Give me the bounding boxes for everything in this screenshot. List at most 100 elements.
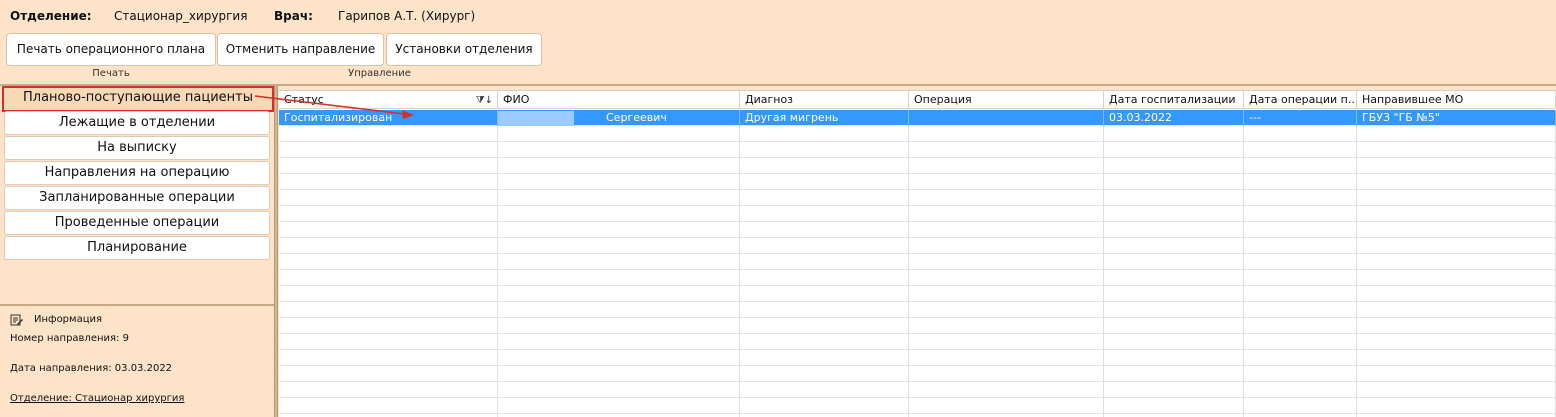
empty-cell bbox=[279, 190, 498, 206]
empty-cell bbox=[740, 270, 909, 286]
empty-cell bbox=[279, 158, 498, 174]
cell-diagnosis: Другая мигрень bbox=[740, 110, 909, 126]
empty-cell bbox=[1357, 158, 1556, 174]
empty-cell bbox=[909, 382, 1104, 398]
empty-cell bbox=[1357, 398, 1556, 414]
empty-cell bbox=[740, 174, 909, 190]
empty-cell bbox=[279, 238, 498, 254]
nav-item-planned-patients[interactable]: Планово-поступающие пациенты bbox=[2, 86, 274, 112]
empty-cell bbox=[1244, 398, 1357, 414]
column-header-diagnosis[interactable]: Диагноз bbox=[740, 91, 909, 109]
empty-table-row bbox=[279, 190, 1556, 206]
column-header-fio[interactable]: ФИО bbox=[498, 91, 740, 109]
empty-cell bbox=[498, 286, 740, 302]
empty-cell bbox=[1357, 254, 1556, 270]
nav-item-inpatients[interactable]: Лежащие в отделении bbox=[4, 111, 270, 135]
empty-cell bbox=[909, 158, 1104, 174]
cell-op-date: --- bbox=[1244, 110, 1357, 126]
empty-cell bbox=[498, 142, 740, 158]
panel-splitter[interactable] bbox=[274, 86, 278, 417]
empty-cell bbox=[1244, 174, 1357, 190]
nav-item-discharge[interactable]: На выписку bbox=[4, 136, 270, 160]
filter-sort-icon[interactable]: ⧩↓ bbox=[476, 92, 493, 109]
empty-cell bbox=[909, 142, 1104, 158]
empty-cell bbox=[740, 350, 909, 366]
nav-item-planning[interactable]: Планирование bbox=[4, 236, 270, 260]
empty-cell bbox=[279, 302, 498, 318]
empty-cell bbox=[1104, 350, 1244, 366]
department-link[interactable]: Отделение: Стационар хирургия bbox=[10, 392, 184, 406]
redacted-name-block bbox=[498, 111, 574, 126]
empty-cell bbox=[909, 366, 1104, 382]
empty-cell bbox=[1244, 206, 1357, 222]
cell-status: Госпитализирован bbox=[279, 110, 498, 126]
empty-cell bbox=[1244, 222, 1357, 238]
empty-cell bbox=[1104, 222, 1244, 238]
empty-table-row bbox=[279, 238, 1556, 254]
column-header-status[interactable]: Статус ⧩↓ bbox=[279, 91, 498, 109]
print-operation-plan-button[interactable]: Печать операционного плана bbox=[6, 33, 216, 66]
empty-cell bbox=[1357, 190, 1556, 206]
empty-cell bbox=[1104, 206, 1244, 222]
column-header-operation[interactable]: Операция bbox=[909, 91, 1104, 109]
empty-cell bbox=[1104, 366, 1244, 382]
empty-cell bbox=[1244, 350, 1357, 366]
empty-cell bbox=[909, 350, 1104, 366]
empty-cell bbox=[909, 398, 1104, 414]
nav-item-scheduled-operations[interactable]: Запланированные операции bbox=[4, 186, 270, 210]
cell-operation bbox=[909, 110, 1104, 126]
nav-item-completed-operations[interactable]: Проведенные операции bbox=[4, 211, 270, 235]
empty-cell bbox=[279, 350, 498, 366]
empty-cell bbox=[498, 190, 740, 206]
referral-number: Номер направления: 9 bbox=[10, 333, 129, 344]
empty-cell bbox=[1104, 174, 1244, 190]
cell-fio-text: Сергеевич bbox=[606, 111, 667, 124]
empty-cell bbox=[740, 206, 909, 222]
empty-cell bbox=[740, 254, 909, 270]
empty-table-row bbox=[279, 222, 1556, 238]
empty-cell bbox=[1244, 286, 1357, 302]
empty-cell bbox=[740, 286, 909, 302]
empty-cell bbox=[279, 174, 498, 190]
patients-grid: Статус ⧩↓ ФИО Диагноз Операция Дата госп… bbox=[279, 90, 1556, 417]
doctor-value: Гарипов А.Т. (Хирург) bbox=[338, 9, 476, 23]
empty-cell bbox=[1357, 382, 1556, 398]
empty-cell bbox=[909, 190, 1104, 206]
cancel-referral-button[interactable]: Отменить направление bbox=[217, 33, 384, 66]
empty-cell bbox=[279, 398, 498, 414]
nav-item-operation-referrals[interactable]: Направления на операцию bbox=[4, 161, 270, 185]
empty-cell bbox=[740, 222, 909, 238]
empty-cell bbox=[498, 222, 740, 238]
department-settings-button[interactable]: Установки отделения bbox=[386, 33, 542, 66]
empty-cell bbox=[740, 126, 909, 142]
empty-cell bbox=[1104, 126, 1244, 142]
info-title: Информация bbox=[34, 314, 103, 325]
empty-cell bbox=[498, 254, 740, 270]
column-header-referring-mo[interactable]: Направившее МО bbox=[1357, 91, 1556, 109]
column-header-op-date[interactable]: Дата операции п... bbox=[1244, 91, 1357, 109]
empty-table-row bbox=[279, 142, 1556, 158]
empty-table-row bbox=[279, 366, 1556, 382]
empty-cell bbox=[1244, 126, 1357, 142]
empty-cell bbox=[1244, 142, 1357, 158]
empty-cell bbox=[1244, 254, 1357, 270]
empty-cell bbox=[1357, 318, 1556, 334]
empty-cell bbox=[740, 142, 909, 158]
left-panel: Планово-поступающие пациенты Лежащие в о… bbox=[0, 86, 274, 417]
empty-table-row bbox=[279, 270, 1556, 286]
empty-cell bbox=[1104, 158, 1244, 174]
empty-cell bbox=[740, 398, 909, 414]
empty-cell bbox=[740, 158, 909, 174]
column-header-hosp-date[interactable]: Дата госпитализации bbox=[1104, 91, 1244, 109]
department-label: Отделение: bbox=[10, 9, 92, 23]
group-label-print: Печать bbox=[92, 68, 130, 79]
cell-fio: Сергеевич bbox=[498, 110, 740, 126]
empty-cell bbox=[909, 174, 1104, 190]
table-row[interactable]: Госпитализирован Сергеевич Другая мигрен… bbox=[279, 110, 1556, 126]
empty-table-row bbox=[279, 334, 1556, 350]
empty-cell bbox=[279, 366, 498, 382]
empty-cell bbox=[498, 382, 740, 398]
empty-cell bbox=[498, 174, 740, 190]
empty-cell bbox=[1357, 302, 1556, 318]
empty-cell bbox=[1104, 302, 1244, 318]
